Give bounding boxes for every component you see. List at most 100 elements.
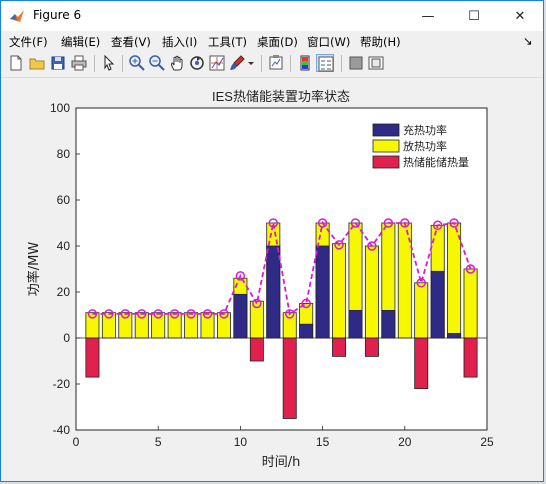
- x-axis-label: 时间/h: [262, 455, 301, 470]
- menu-file[interactable]: 文件(F): [9, 34, 48, 50]
- discharge-bar: [463, 268, 478, 339]
- y-tick-label: 40: [57, 239, 71, 253]
- menu-edit[interactable]: 编辑(E): [61, 34, 100, 50]
- matlab-icon: [10, 10, 24, 22]
- bar-chart: 0 5 10 15 20 25 -40 -20 0 20 40 60 80 100 IES热储能装置功率状…: [26, 89, 494, 470]
- new-figure-icon[interactable]: [7, 54, 25, 72]
- discharge-bar: [134, 312, 149, 339]
- x-tick-label: 5: [155, 435, 162, 449]
- close-icon: ✕: [514, 8, 526, 24]
- save-icon[interactable]: [49, 54, 67, 72]
- storage-bar: [332, 337, 347, 357]
- menu-tools[interactable]: 工具(T): [208, 34, 247, 50]
- menu-insert[interactable]: 插入(I): [162, 34, 197, 50]
- colorbar-icon[interactable]: [296, 54, 314, 72]
- discharge-bar: [249, 300, 264, 339]
- title-bar[interactable]: Figure 6 — ☐ ✕: [1, 1, 543, 31]
- discharge-bar: [184, 312, 199, 339]
- discharge-bar: [118, 312, 133, 339]
- data-cursor-icon[interactable]: [208, 54, 226, 72]
- legend-label: 热储能储热量: [403, 155, 469, 169]
- menu-window[interactable]: 窗口(W): [307, 34, 350, 50]
- pointer-icon[interactable]: [100, 54, 118, 72]
- charge-bar: [447, 332, 462, 339]
- charge-bar: [266, 245, 281, 339]
- discharge-bar: [282, 312, 297, 339]
- brush-icon[interactable]: [228, 54, 246, 72]
- chart-title: IES热储能装置功率状态: [212, 89, 350, 104]
- toolbar-separator: [290, 55, 291, 72]
- y-tick-label: 80: [57, 147, 71, 161]
- rotate-icon[interactable]: [188, 54, 206, 72]
- x-tick-label: 15: [316, 435, 330, 449]
- menu-desktop[interactable]: 桌面(D): [257, 34, 298, 50]
- discharge-bar: [364, 245, 379, 339]
- window-title: Figure 6: [33, 8, 82, 22]
- y-tick-label: 100: [50, 101, 70, 115]
- zoom-out-icon[interactable]: [148, 54, 166, 72]
- discharge-bar: [414, 282, 429, 339]
- figure-window: Figure 6 — ☐ ✕ 文件(F) 编辑(E) 查看(V) 插入(I) 工…: [0, 0, 544, 482]
- storage-bar: [282, 337, 297, 419]
- storage-bar: [463, 337, 478, 378]
- maximize-icon: ☐: [468, 8, 480, 24]
- storage-bar: [364, 337, 379, 357]
- toolbar-separator: [261, 55, 262, 72]
- show-plot-tools-icon[interactable]: [367, 54, 385, 72]
- menu-view[interactable]: 查看(V): [111, 34, 151, 50]
- menu-help[interactable]: 帮助(H): [360, 34, 401, 50]
- minimize-button[interactable]: —: [405, 1, 451, 31]
- storage-bar: [85, 337, 100, 378]
- charge-bar: [381, 309, 396, 339]
- legend-label: 放热功率: [403, 139, 447, 153]
- legend-label: 充热功率: [403, 123, 447, 137]
- y-tick-label: 20: [57, 285, 71, 299]
- pan-icon[interactable]: [168, 54, 186, 72]
- minimize-icon: —: [421, 8, 435, 24]
- discharge-bar: [447, 222, 462, 339]
- toolbar-separator: [341, 55, 342, 72]
- zoom-in-icon[interactable]: [128, 54, 146, 72]
- toolbar-separator: [122, 55, 123, 72]
- y-tick-label: -40: [53, 423, 71, 437]
- legend-swatch: [372, 123, 400, 137]
- close-button[interactable]: ✕: [497, 1, 543, 31]
- charge-bar: [233, 293, 248, 339]
- brush-dropdown-icon[interactable]: [246, 54, 256, 72]
- legend-swatch: [372, 139, 400, 153]
- x-tick-label: 10: [234, 435, 248, 449]
- print-icon[interactable]: [70, 54, 88, 72]
- x-tick-label: 20: [398, 435, 412, 449]
- menu-overflow-icon[interactable]: ↘: [523, 34, 533, 48]
- figure-toolbar: [1, 51, 543, 78]
- y-tick-label: -20: [53, 377, 71, 391]
- legend-swatch: [372, 155, 400, 169]
- hide-plot-tools-icon[interactable]: [347, 54, 365, 72]
- legend: 充热功率放热功率热储能储热量: [368, 122, 482, 172]
- y-tick-label: 60: [57, 193, 71, 207]
- legend-icon[interactable]: [316, 54, 334, 72]
- link-plot-icon[interactable]: [267, 54, 285, 72]
- charge-bar: [299, 323, 314, 339]
- figure-canvas: 0 5 10 15 20 25 -40 -20 0 20 40 60 80 100 IES热储能装置功率状…: [10, 81, 536, 475]
- x-tick-label: 25: [480, 435, 494, 449]
- discharge-bar: [332, 243, 347, 339]
- storage-bar: [414, 337, 429, 389]
- y-tick-label: 0: [63, 331, 70, 345]
- charge-bar: [430, 270, 445, 339]
- storage-bar: [249, 337, 264, 362]
- discharge-bar: [85, 312, 100, 339]
- x-tick-label: 0: [73, 435, 80, 449]
- discharge-bar: [216, 312, 231, 339]
- discharge-bar: [151, 312, 166, 339]
- y-axis-label: 功率/MW: [26, 242, 42, 297]
- menu-bar: 文件(F) 编辑(E) 查看(V) 插入(I) 工具(T) 桌面(D) 窗口(W…: [1, 31, 543, 51]
- charge-bar: [315, 245, 330, 339]
- charge-bar: [348, 309, 363, 339]
- discharge-bar: [101, 312, 116, 339]
- discharge-bar: [167, 312, 182, 339]
- maximize-button[interactable]: ☐: [451, 1, 497, 31]
- toolbar-separator: [94, 55, 95, 72]
- open-file-icon[interactable]: [28, 54, 46, 72]
- discharge-bar: [200, 312, 215, 339]
